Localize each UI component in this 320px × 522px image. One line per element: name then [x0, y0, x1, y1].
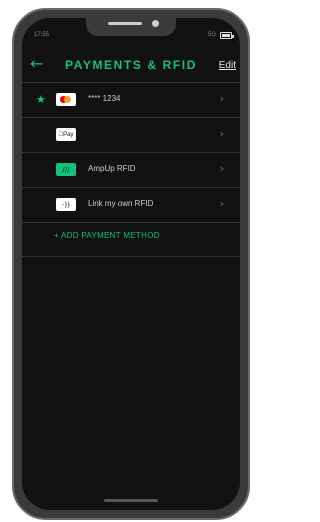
add-payment-method-row[interactable]: + ADD PAYMENT METHOD: [22, 222, 240, 257]
header: ← PAYMENTS & RFID Edit: [22, 50, 240, 78]
phone-frame: 17:55 5G ← PAYMENTS & RFID Edit ★ **** 1…: [12, 8, 250, 520]
payment-row-link-rfid[interactable]: ·)) Link my own RFID ›: [22, 187, 240, 222]
camera: [152, 20, 159, 27]
link-rfid-label: Link my own RFID: [88, 199, 154, 208]
ampup-rfid-label: AmpUp RFID: [88, 164, 136, 173]
ampup-rfid-icon: ///: [56, 163, 76, 176]
add-payment-method-button[interactable]: + ADD PAYMENT METHOD: [54, 231, 160, 240]
apple-pay-icon: Pay: [56, 128, 76, 141]
edit-button[interactable]: Edit: [219, 60, 236, 71]
notch: [86, 18, 176, 36]
page-title: PAYMENTS & RFID: [64, 58, 197, 72]
rfid-icon: ·)): [56, 198, 76, 211]
payment-methods-list: ★ **** 1234 › Pay › /// AmpUp RFID › ·)…: [22, 82, 240, 257]
card-number-label: **** 1234: [88, 94, 121, 103]
status-network: 5G: [207, 32, 216, 38]
default-star-icon: ★: [36, 93, 46, 106]
status-time: 17:55: [34, 32, 50, 38]
payment-row-apple-pay[interactable]: Pay ›: [22, 117, 240, 152]
chevron-right-icon: ›: [219, 162, 224, 175]
chevron-right-icon: ›: [219, 197, 224, 210]
speaker: [108, 22, 142, 25]
payment-row-mastercard[interactable]: ★ **** 1234 ›: [22, 82, 240, 117]
mastercard-icon: [56, 93, 76, 106]
home-indicator: [104, 499, 158, 502]
payment-row-ampup-rfid[interactable]: /// AmpUp RFID ›: [22, 152, 240, 187]
battery-icon: [220, 32, 234, 39]
chevron-right-icon: ›: [219, 127, 224, 140]
chevron-right-icon: ›: [219, 92, 224, 105]
app-screen: 17:55 5G ← PAYMENTS & RFID Edit ★ **** 1…: [22, 18, 240, 510]
